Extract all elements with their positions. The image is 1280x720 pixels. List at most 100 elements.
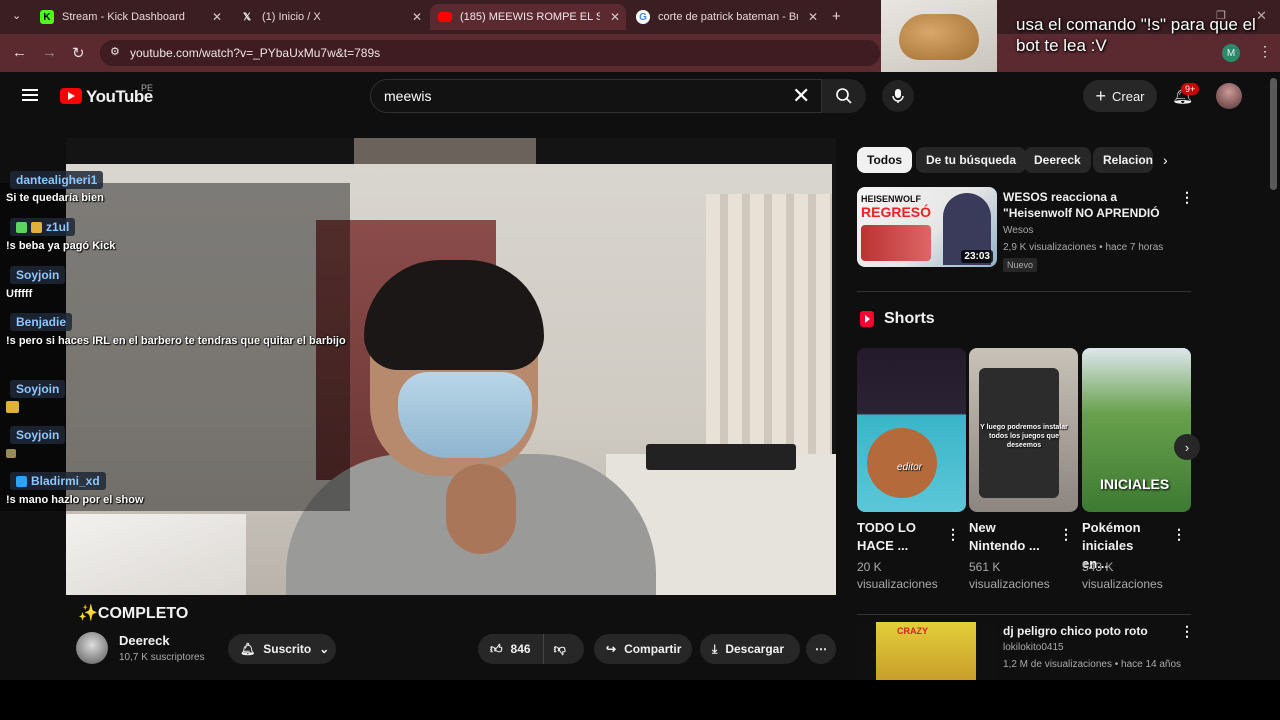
chat-message: !s mano hazlo por el show — [6, 494, 144, 506]
download-button[interactable]: ⤓ Descargar — [700, 634, 800, 664]
back-arrow-icon[interactable]: ← — [12, 44, 27, 61]
url-field[interactable]: ⚙ youtube.com/watch?v=_PYbaUxMu7w&t=789s — [100, 40, 880, 66]
subscriber-count: 10,7 K suscriptores — [119, 652, 205, 663]
kick-icon: K — [40, 10, 54, 24]
channel-avatar[interactable] — [76, 632, 108, 664]
video-title[interactable]: WESOS reacciona a "Heisenwolf NO APRENDI… — [1003, 189, 1175, 221]
download-icon: ⤓ — [712, 641, 718, 656]
youtube-icon — [438, 12, 452, 22]
clear-search-icon[interactable]: ✕ — [792, 83, 810, 109]
thumb-text: INICIALES — [1100, 476, 1170, 492]
chevron-right-icon[interactable]: › — [1163, 152, 1168, 168]
tab-x[interactable]: 𝕏 (1) Inicio / X ✕ — [232, 4, 428, 30]
country-code: PE — [141, 83, 154, 93]
x-icon: 𝕏 — [242, 11, 252, 23]
chat-message: Ufffff — [6, 288, 33, 300]
short-thumbnail[interactable]: editor — [857, 348, 966, 512]
create-label: Crear — [1112, 88, 1145, 104]
like-button[interactable]: 👍︎ 846 — [478, 634, 544, 664]
dislike-button[interactable]: 👎︎ — [544, 642, 576, 657]
chat-message: !s beba ya pagó Kick — [6, 240, 116, 252]
video-channel[interactable]: lokilokito0415 — [1003, 642, 1064, 653]
stream-chat-overlay: dantealigheri1 Si te quedaría bien z1ul … — [0, 165, 352, 515]
short-views: 561 K visualizaciones — [969, 560, 1050, 591]
more-actions-button[interactable]: ⋯ — [806, 634, 836, 664]
share-button[interactable]: ↪ Compartir — [594, 634, 692, 664]
thumbs-up-icon: 👍︎ — [490, 641, 503, 656]
video-channel[interactable]: Wesos — [1003, 225, 1033, 236]
share-label: Compartir — [624, 642, 682, 656]
thumb-text: CRAZY — [897, 626, 928, 636]
emote-icon — [6, 448, 16, 458]
youtube-logo-icon[interactable] — [60, 88, 82, 104]
url-text: youtube.com/watch?v=_PYbaUxMu7w&t=789s — [130, 46, 381, 60]
site-info-icon[interactable]: ⚙ — [110, 45, 120, 58]
forward-arrow-icon[interactable]: → — [42, 44, 57, 61]
video-title[interactable]: dj peligro chico poto roto — [1003, 623, 1175, 639]
bed — [66, 514, 246, 595]
like-count: 846 — [510, 642, 531, 656]
download-label: Descargar — [725, 642, 785, 656]
chat-username: dantealigheri1 — [10, 171, 104, 189]
more-options-icon[interactable]: ⋮ — [1180, 189, 1194, 206]
more-options-icon[interactable]: ⋮ — [1180, 623, 1194, 640]
voice-search-button[interactable] — [882, 80, 914, 112]
create-button[interactable]: + Crear — [1083, 80, 1157, 112]
notification-count-badge: 9+ — [1181, 83, 1200, 95]
tab-title: (1) Inicio / X — [262, 11, 321, 23]
emote-icon — [6, 401, 19, 414]
chat-username: Soyjoin — [10, 266, 66, 284]
video-thumbnail[interactable]: HEISENWOLF REGRESÓ 23:03 — [857, 187, 997, 267]
tab-list-chevron-icon[interactable]: ⌄ — [12, 9, 21, 22]
chip-deereck[interactable]: Deereck — [1024, 147, 1091, 173]
console-device — [646, 444, 796, 470]
tab-kick[interactable]: K Stream - Kick Dashboard ✕ — [32, 4, 228, 30]
more-options-icon[interactable]: ⋮ — [946, 526, 960, 543]
tab-title: Stream - Kick Dashboard — [62, 11, 185, 23]
chat-username: Soyjoin — [10, 380, 66, 398]
chat-username: z1ul — [10, 218, 76, 236]
close-icon[interactable]: ✕ — [610, 10, 620, 24]
short-thumbnail[interactable]: INICIALES — [1082, 348, 1191, 512]
account-avatar[interactable] — [1216, 83, 1242, 109]
video-title: ✨COMPLETO — [78, 605, 189, 622]
chat-message — [6, 444, 346, 462]
short-thumbnail[interactable]: Y luego podremos instalar todos los jueg… — [969, 348, 1078, 512]
new-tab-plus-icon[interactable]: + — [832, 8, 841, 25]
chat-message — [6, 398, 346, 416]
page-scrollbar[interactable] — [1270, 78, 1277, 190]
search-input[interactable]: meewis — [370, 79, 822, 113]
chat-username: Soyjoin — [10, 426, 66, 444]
video-thumbnail[interactable]: CRAZY — [857, 622, 997, 680]
chip-de-tu-busqueda[interactable]: De tu búsqueda — [916, 147, 1027, 173]
streamer-hair — [364, 260, 544, 370]
chip-todos[interactable]: Todos — [857, 147, 913, 173]
hamburger-menu-icon[interactable] — [22, 89, 38, 101]
bottom-black-bar — [0, 680, 1280, 720]
tab-youtube-active[interactable]: (185) MEEWIS ROMPE EL SILEN ✕ — [430, 4, 626, 30]
short-views: 20 K visualizaciones — [857, 560, 938, 591]
short-title[interactable]: TODO LO HACE ... — [857, 519, 937, 555]
more-options-icon[interactable]: ⋮ — [1172, 526, 1186, 543]
thumbs-down-icon: 👎︎ — [553, 641, 566, 656]
bell-icon: 🔔︎ — [240, 642, 256, 656]
short-title[interactable]: New Nintendo ... — [969, 519, 1049, 555]
close-icon[interactable]: ✕ — [412, 10, 422, 24]
chevron-right-icon[interactable]: › — [1174, 434, 1200, 460]
close-icon[interactable]: ✕ — [808, 10, 818, 24]
thumb-cars — [861, 225, 931, 261]
dog-image — [899, 14, 979, 60]
thumb-text: HEISENWOLF — [861, 194, 921, 204]
subscribed-button[interactable]: 🔔︎ Suscrito ⌄ — [228, 634, 336, 664]
chip-relacionados[interactable]: Relacion — [1093, 147, 1153, 173]
more-options-icon[interactable]: ⋮ — [1059, 526, 1073, 543]
tab-google[interactable]: G corte de patrick bateman - Bus ✕ — [628, 4, 824, 30]
thumb-text: editor — [897, 462, 923, 473]
share-icon: ↪ — [606, 642, 617, 656]
close-icon[interactable]: ✕ — [212, 10, 222, 24]
search-button[interactable] — [822, 79, 866, 113]
thumb-text: REGRESÓ — [861, 204, 932, 220]
reload-icon[interactable]: ↻ — [72, 44, 85, 62]
divider — [857, 614, 1191, 615]
channel-name[interactable]: Deereck — [119, 633, 170, 648]
